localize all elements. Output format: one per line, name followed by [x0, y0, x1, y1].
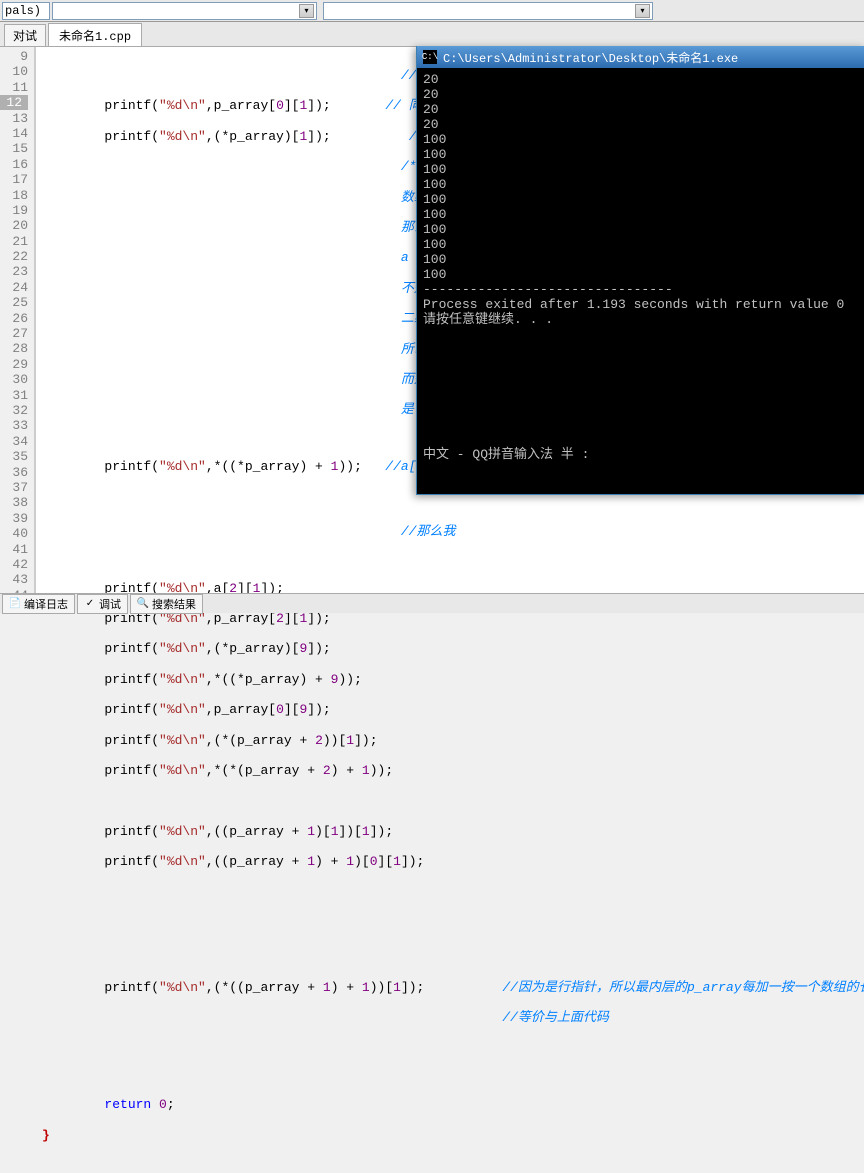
combo-text: pals) [5, 4, 41, 18]
combo-scope[interactable]: pals) [2, 2, 50, 20]
side-panel-tab[interactable]: 对试 [4, 24, 46, 46]
console-window[interactable]: C:\ C:\Users\Administrator\Desktop\未命名1.… [416, 46, 864, 495]
console-output: 20 20 20 20 100 100 100 100 100 100 100 … [417, 68, 864, 466]
search-icon: 🔍 [137, 598, 149, 610]
bug-icon: ✓ [84, 598, 96, 610]
toolbar: pals) ▾ ▾ [0, 0, 864, 22]
chevron-down-icon[interactable]: ▾ [635, 4, 650, 18]
console-titlebar[interactable]: C:\ C:\Users\Administrator\Desktop\未命名1.… [417, 46, 864, 68]
tab-compile-log[interactable]: 📄编译日志 [2, 594, 75, 614]
console-title-text: C:\Users\Administrator\Desktop\未命名1.exe [443, 49, 738, 66]
cmd-icon: C:\ [423, 50, 437, 64]
tab-search-results[interactable]: 🔍搜索结果 [130, 594, 203, 614]
line-gutter: 9 10 11 12 13 14 15 16 17 18 19 20 21 22… [0, 47, 35, 608]
combo-member[interactable]: ▾ [323, 2, 653, 20]
file-tab[interactable]: 未命名1.cpp [48, 23, 142, 47]
bottom-panel-tabs: 📄编译日志 ✓调试 🔍搜索结果 [0, 593, 864, 613]
breakpoint-marker[interactable]: 12 [0, 95, 28, 110]
tab-debug[interactable]: ✓调试 [77, 594, 128, 614]
combo-class[interactable]: ▾ [52, 2, 317, 20]
chevron-down-icon[interactable]: ▾ [299, 4, 314, 18]
log-icon: 📄 [9, 598, 21, 610]
tab-bar: 对试 未命名1.cpp [0, 22, 864, 46]
